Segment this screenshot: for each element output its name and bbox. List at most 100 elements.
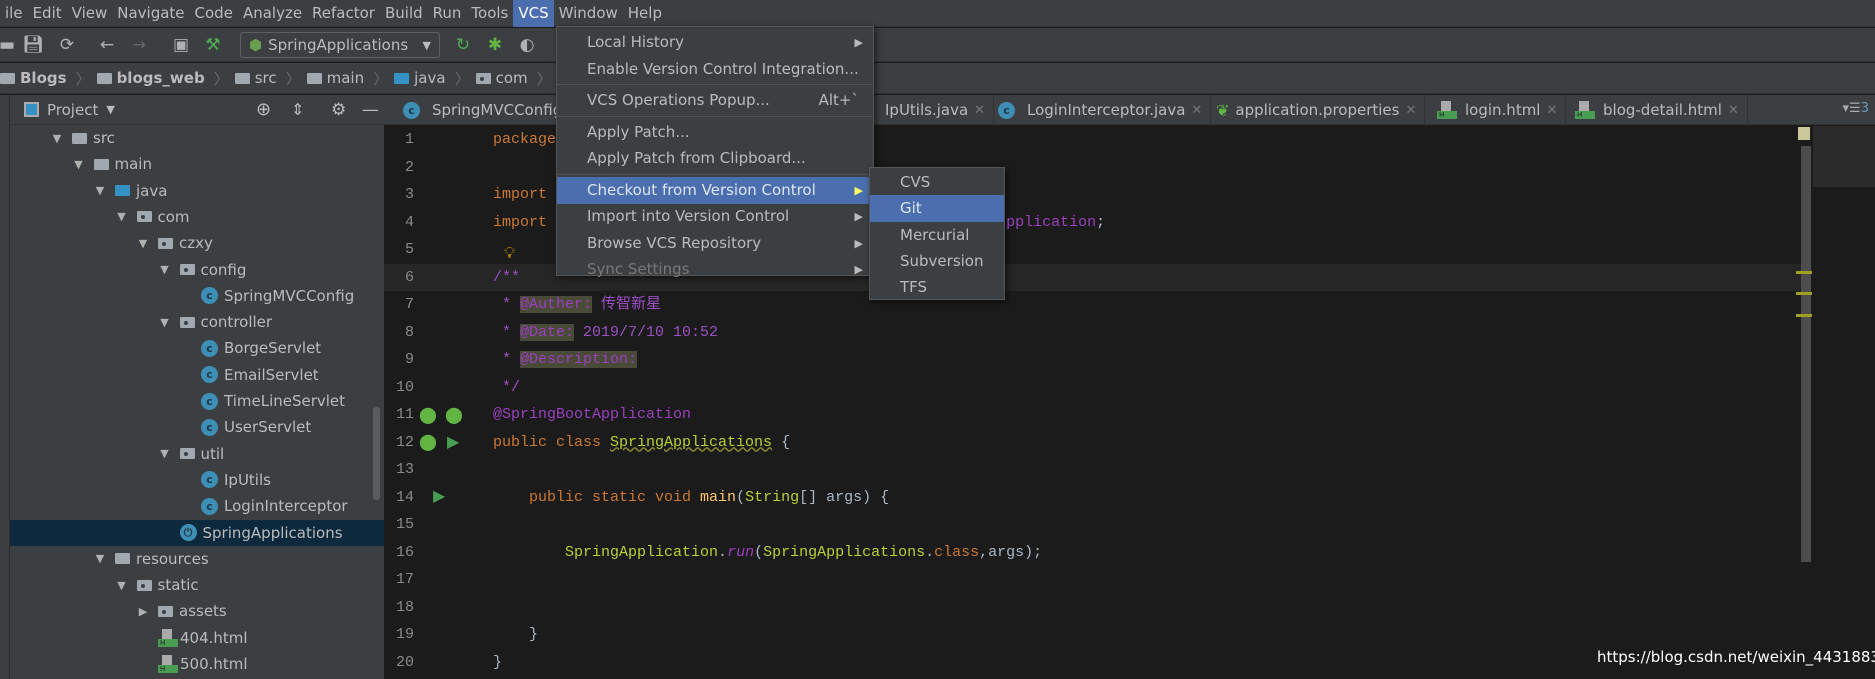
spring-check-icon[interactable]: ⬤ bbox=[445, 405, 463, 424]
debug-icon[interactable]: ✱ bbox=[484, 34, 506, 56]
tree-item[interactable]: c IpUtils bbox=[10, 467, 384, 493]
tree-item[interactable]: ▼ com bbox=[10, 204, 384, 230]
menu-build[interactable]: Build bbox=[380, 0, 428, 27]
lightbulb-icon[interactable]: 💡︎ bbox=[504, 243, 515, 263]
breadcrumb-item[interactable]: java 〉 bbox=[394, 68, 475, 89]
menu-view[interactable]: View bbox=[67, 0, 113, 27]
build-hammer-icon[interactable]: ⚒ bbox=[202, 34, 224, 56]
vcs-menu-item[interactable]: Enable Version Control Integration... bbox=[557, 56, 873, 83]
tree-item[interactable]: ▼ config bbox=[10, 257, 384, 283]
vcs-menu-item[interactable]: Checkout from Version Control ▶ bbox=[557, 176, 873, 204]
tree-item[interactable]: c SpringMVCConfig bbox=[10, 283, 384, 309]
chevron-down-icon[interactable]: ▼ bbox=[158, 263, 172, 276]
tree-item[interactable]: c TimeLineServlet bbox=[10, 388, 384, 414]
gear-icon[interactable]: ⚙ bbox=[331, 100, 346, 120]
chevron-down-icon[interactable]: ▼ bbox=[158, 447, 172, 460]
menu-navigate[interactable]: Navigate bbox=[112, 0, 189, 27]
sync-icon[interactable]: ⟳ bbox=[56, 34, 78, 56]
collapse-all-icon[interactable]: ⇕ bbox=[291, 100, 304, 119]
tree-item[interactable]: c EmailServlet bbox=[10, 362, 384, 388]
tabs-overflow-button[interactable]: ▾☰3 bbox=[1843, 101, 1869, 116]
menu-run[interactable]: Run bbox=[428, 0, 467, 27]
breadcrumb-item[interactable]: com 〉 bbox=[475, 68, 558, 89]
project-panel-title[interactable]: Project bbox=[47, 101, 98, 119]
run-config-dropdown[interactable]: ⬢ SpringApplications ▼ bbox=[240, 32, 440, 58]
chevron-down-icon[interactable]: ▼ bbox=[93, 184, 107, 197]
vcs-menu-item[interactable]: Apply Patch... bbox=[557, 119, 873, 146]
tree-item[interactable]: ▼ util bbox=[10, 441, 384, 467]
editor-tab[interactable]: ❦ application.properties ✕ bbox=[1208, 95, 1426, 125]
close-icon[interactable]: ✕ bbox=[1191, 103, 1202, 118]
run-icon[interactable]: ▶ bbox=[447, 432, 459, 451]
menu-ile[interactable]: ile bbox=[0, 0, 28, 27]
editor-tab[interactable]: blog-detail.html ✕ bbox=[1567, 95, 1748, 125]
chevron-down-icon[interactable]: ▼ bbox=[50, 132, 64, 145]
checkout-subversion[interactable]: Subversion bbox=[870, 248, 1004, 275]
tree-item[interactable]: c LoginInterceptor bbox=[10, 493, 384, 519]
vcs-menu-item[interactable]: Sync Settings ▶ bbox=[557, 256, 873, 283]
menu-code[interactable]: Code bbox=[190, 0, 238, 27]
menu-refactor[interactable]: Refactor bbox=[307, 0, 380, 27]
editor-tab[interactable]: IpUtils.java ✕ bbox=[877, 95, 995, 125]
tree-item[interactable]: ▼ java bbox=[10, 178, 384, 204]
hide-icon[interactable]: — bbox=[362, 100, 379, 120]
menu-window[interactable]: Window bbox=[554, 0, 623, 27]
chevron-right-icon[interactable]: ▶ bbox=[136, 605, 150, 618]
chevron-down-icon[interactable]: ▼ bbox=[115, 210, 129, 223]
tree-item[interactable]: c UserServlet bbox=[10, 414, 384, 440]
tree-item[interactable]: ▼ static bbox=[10, 572, 384, 598]
tree-item[interactable]: ▼ main bbox=[10, 151, 384, 177]
tree-item[interactable]: c BorgeServlet bbox=[10, 335, 384, 361]
spring-bean-icon[interactable]: ⬤ bbox=[419, 405, 437, 424]
editor-tab[interactable]: login.html ✕ bbox=[1429, 95, 1567, 125]
inspection-status-icon[interactable] bbox=[1798, 127, 1810, 140]
coverage-icon[interactable]: ◐ bbox=[516, 34, 538, 56]
save-icon[interactable]: 💾︎ bbox=[22, 34, 44, 56]
chevron-down-icon[interactable]: ▼ bbox=[115, 579, 129, 592]
menu-analyze[interactable]: Analyze bbox=[238, 0, 307, 27]
breadcrumb-item[interactable]: src 〉 bbox=[234, 68, 307, 89]
editor-tab[interactable]: c LoginInterceptor.java ✕ bbox=[990, 95, 1212, 125]
chevron-down-icon[interactable]: ▼ bbox=[93, 552, 107, 565]
vcs-menu-item[interactable]: VCS Operations Popup... Alt+` bbox=[557, 87, 873, 114]
close-icon[interactable]: ✕ bbox=[974, 103, 985, 118]
run-main-icon[interactable]: ▶ bbox=[433, 486, 445, 505]
menu-vcs[interactable]: VCS bbox=[513, 0, 554, 27]
vcs-menu-item[interactable]: Local History ▶ bbox=[557, 29, 873, 56]
menu-item-label: Checkout from Version Control bbox=[587, 180, 816, 199]
back-icon[interactable]: ← bbox=[96, 34, 118, 56]
tree-item[interactable]: ▼ src bbox=[10, 125, 384, 151]
tree-item[interactable]: ⏻ SpringApplications bbox=[10, 519, 384, 546]
tree-item[interactable]: ▼ resources bbox=[10, 546, 384, 572]
editor-tab[interactable]: c SpringMVCConfig.j bbox=[395, 95, 581, 125]
chevron-down-icon[interactable]: ▼ bbox=[136, 237, 150, 250]
close-icon[interactable]: ✕ bbox=[1728, 103, 1739, 118]
chevron-down-icon[interactable]: ▼ bbox=[106, 103, 114, 116]
breadcrumb-item[interactable]: blogs_web 〉 bbox=[96, 68, 235, 89]
close-icon[interactable]: ✕ bbox=[1546, 103, 1557, 118]
chevron-down-icon[interactable]: ▼ bbox=[72, 158, 86, 171]
menu-help[interactable]: Help bbox=[623, 0, 667, 27]
project-structure-icon[interactable]: ▣ bbox=[170, 34, 192, 56]
chevron-down-icon[interactable]: ▼ bbox=[158, 316, 172, 329]
close-icon[interactable]: ✕ bbox=[1405, 103, 1416, 118]
checkout-cvs[interactable]: CVS bbox=[870, 169, 1004, 196]
menu-tools[interactable]: Tools bbox=[466, 0, 513, 27]
tree-item[interactable]: ▼ czxy bbox=[10, 230, 384, 256]
tree-item[interactable]: 404.html bbox=[10, 625, 384, 651]
tree-item[interactable]: ▼ controller bbox=[10, 309, 384, 335]
menu-edit[interactable]: Edit bbox=[28, 0, 67, 27]
forward-icon[interactable]: → bbox=[128, 34, 150, 56]
tree-item[interactable]: ▶ assets bbox=[10, 598, 384, 624]
rerun-icon[interactable]: ↻ bbox=[452, 34, 474, 56]
left-tool-strip[interactable] bbox=[0, 95, 10, 679]
breadcrumb-item[interactable]: main 〉 bbox=[306, 68, 395, 89]
breadcrumb-item[interactable]: Blogs 〉 bbox=[0, 68, 97, 89]
tree-item[interactable]: 500.html bbox=[10, 651, 384, 677]
open-icon[interactable]: ▬ bbox=[0, 34, 18, 56]
checkout-tfs[interactable]: TFS bbox=[870, 274, 1004, 301]
editor-scrollbar[interactable] bbox=[1801, 146, 1811, 562]
vcs-menu-item[interactable]: Apply Patch from Clipboard... bbox=[557, 145, 873, 172]
spring-class-icon[interactable]: ⬤ bbox=[419, 432, 437, 451]
locate-icon[interactable]: ⊕ bbox=[256, 99, 271, 120]
